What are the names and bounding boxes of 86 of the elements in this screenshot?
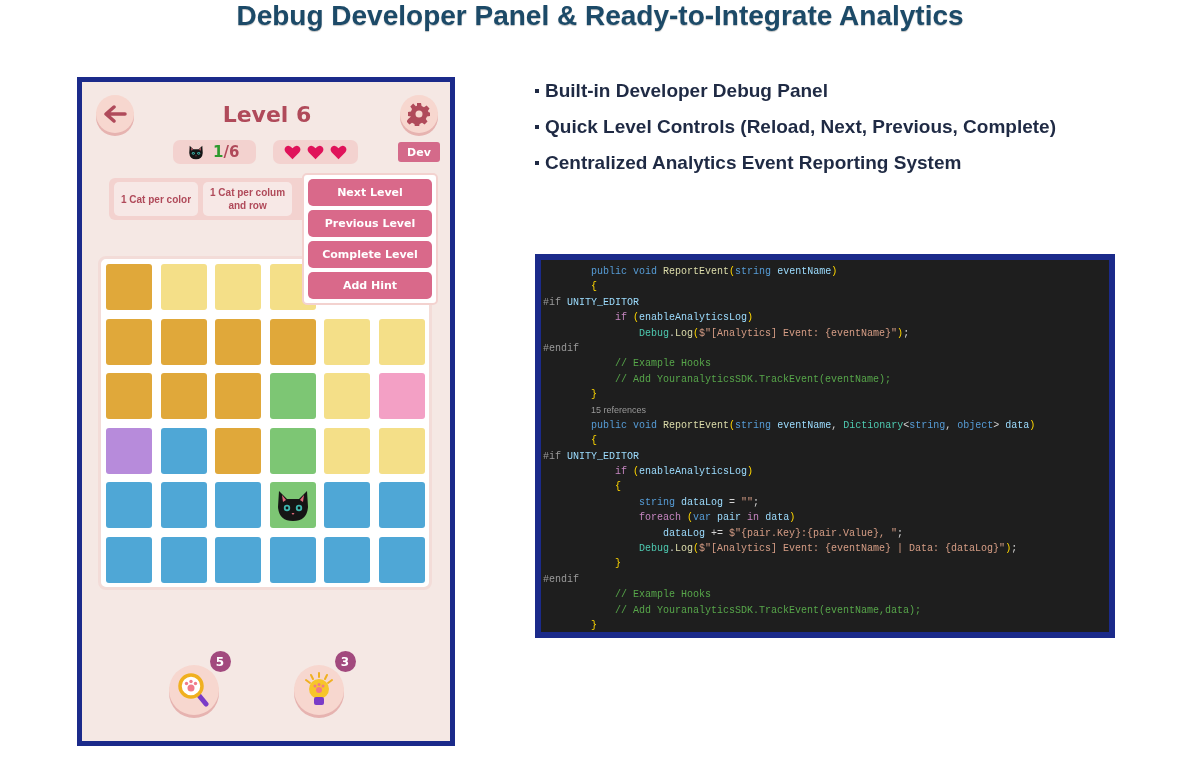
count-badge: 3: [334, 651, 356, 672]
bullet-icon: [535, 89, 539, 93]
cat-icon: [187, 143, 205, 161]
grid-cell[interactable]: [324, 427, 371, 474]
grid-cell[interactable]: [106, 264, 152, 310]
settings-icon: [407, 102, 431, 126]
rule-card: 1 Cat per color: [114, 182, 199, 216]
code-line: Debug.Log($"[Analytics] Event: {eventName}");: [639, 326, 910, 341]
code-line: }: [591, 619, 597, 632]
grid-cell[interactable]: [160, 373, 207, 420]
bullet-icon: [535, 161, 539, 165]
grid-cell[interactable]: [215, 318, 262, 365]
back-button[interactable]: [96, 95, 134, 133]
code-line: dataLog += $"{pair.Key}:{pair.Value}, ";: [663, 526, 904, 541]
debug-menu-button[interactable]: Next Level: [308, 179, 432, 206]
heart-icon: [330, 144, 347, 160]
grid-cell[interactable]: [324, 318, 371, 365]
search-button[interactable]: [168, 665, 219, 715]
grid-cell[interactable]: [269, 482, 316, 529]
code-line: // Example Hooks: [615, 588, 711, 603]
code-line: }: [615, 557, 621, 572]
feature-text: Quick Level Controls (Reload, Next, Previous, Complete): [545, 116, 1056, 138]
grid-cell[interactable]: [160, 318, 207, 365]
dev-button[interactable]: Dev: [398, 142, 440, 162]
grid-cell[interactable]: [378, 318, 425, 365]
code-line: public void ReportEvent(string eventName, Dictionary<string, object> data): [591, 418, 1036, 433]
grid-cell[interactable]: [269, 427, 316, 474]
code-line: 15 references: [591, 403, 647, 417]
level-title: Level 6: [222, 101, 312, 127]
heart-icon: [284, 144, 301, 160]
feature-text: Built-in Developer Debug Panel: [545, 80, 828, 102]
cat-count: 1/6: [213, 143, 240, 161]
grid-cell[interactable]: [378, 427, 425, 474]
debug-menu-button[interactable]: Complete Level: [308, 241, 432, 268]
grid-cell[interactable]: [160, 264, 207, 310]
code-line: if (enableAnalyticsLog): [615, 311, 754, 326]
code-line: #endif: [543, 341, 579, 356]
code-line: // Add YouranalyticsSDK.TrackEvent(eventName,data);: [615, 603, 922, 618]
grid-cell[interactable]: [269, 373, 316, 420]
settings-button[interactable]: [400, 95, 438, 133]
code-line: foreach (var pair in data): [639, 511, 796, 526]
code-line: }: [591, 388, 597, 403]
grid-cell[interactable]: [269, 318, 316, 365]
debug-menu-button[interactable]: Previous Level: [308, 210, 432, 237]
code-line: {: [615, 480, 621, 495]
code-line: #endif: [543, 572, 579, 587]
debug-menu-button[interactable]: Add Hint: [308, 272, 432, 299]
grid-cell[interactable]: [160, 536, 207, 583]
code-line: string dataLog = "";: [639, 495, 760, 510]
grid-cell[interactable]: [215, 264, 262, 310]
heart-icon: [307, 144, 324, 160]
code-line: {: [591, 280, 597, 295]
magnifier-icon: [177, 673, 210, 707]
grid-cell[interactable]: [215, 427, 262, 474]
code-line: #if UNITY_EDITOR: [543, 295, 640, 310]
grid-cell[interactable]: [106, 427, 152, 474]
grid-cell[interactable]: [160, 482, 207, 529]
page-title: Debug Developer Panel & Ready-to-Integrate Analytics: [235, 0, 965, 32]
grid-cell[interactable]: [106, 318, 152, 365]
code-line: if (enableAnalyticsLog): [615, 465, 754, 480]
grid-cell[interactable]: [106, 482, 152, 529]
back-arrow-icon: [103, 105, 127, 123]
grid-cell[interactable]: [215, 536, 262, 583]
grid-cell[interactable]: [324, 536, 371, 583]
grid-cell[interactable]: [378, 536, 425, 583]
bullet-icon: [535, 125, 539, 129]
grid-cell[interactable]: [378, 482, 425, 529]
grid-cell[interactable]: [324, 482, 371, 529]
code-line: // Example Hooks: [615, 357, 711, 372]
grid-cell[interactable]: [215, 482, 262, 529]
grid-cell[interactable]: [215, 373, 262, 420]
code-line: {: [591, 434, 597, 449]
grid-cell[interactable]: [160, 427, 207, 474]
feature-text: Centralized Analytics Event Reporting System: [545, 152, 962, 174]
hint-button[interactable]: [293, 665, 344, 715]
grid-cell[interactable]: [269, 536, 316, 583]
grid-cell[interactable]: [106, 536, 152, 583]
code-line: public void ReportEvent(string eventName): [591, 265, 838, 279]
grid-cell[interactable]: [378, 373, 425, 420]
code-line: // Add YouranalyticsSDK.TrackEvent(eventName);: [615, 372, 892, 387]
code-line: #if UNITY_EDITOR: [543, 449, 640, 464]
grid-cell[interactable]: [324, 373, 371, 420]
grid-cell[interactable]: [106, 373, 152, 420]
rule-card: 1 Cat per colum and row: [203, 182, 293, 216]
count-badge: 5: [209, 651, 231, 672]
code-line: Debug.Log($"[Analytics] Event: {eventName} | Data: {dataLog}");: [639, 542, 1018, 557]
